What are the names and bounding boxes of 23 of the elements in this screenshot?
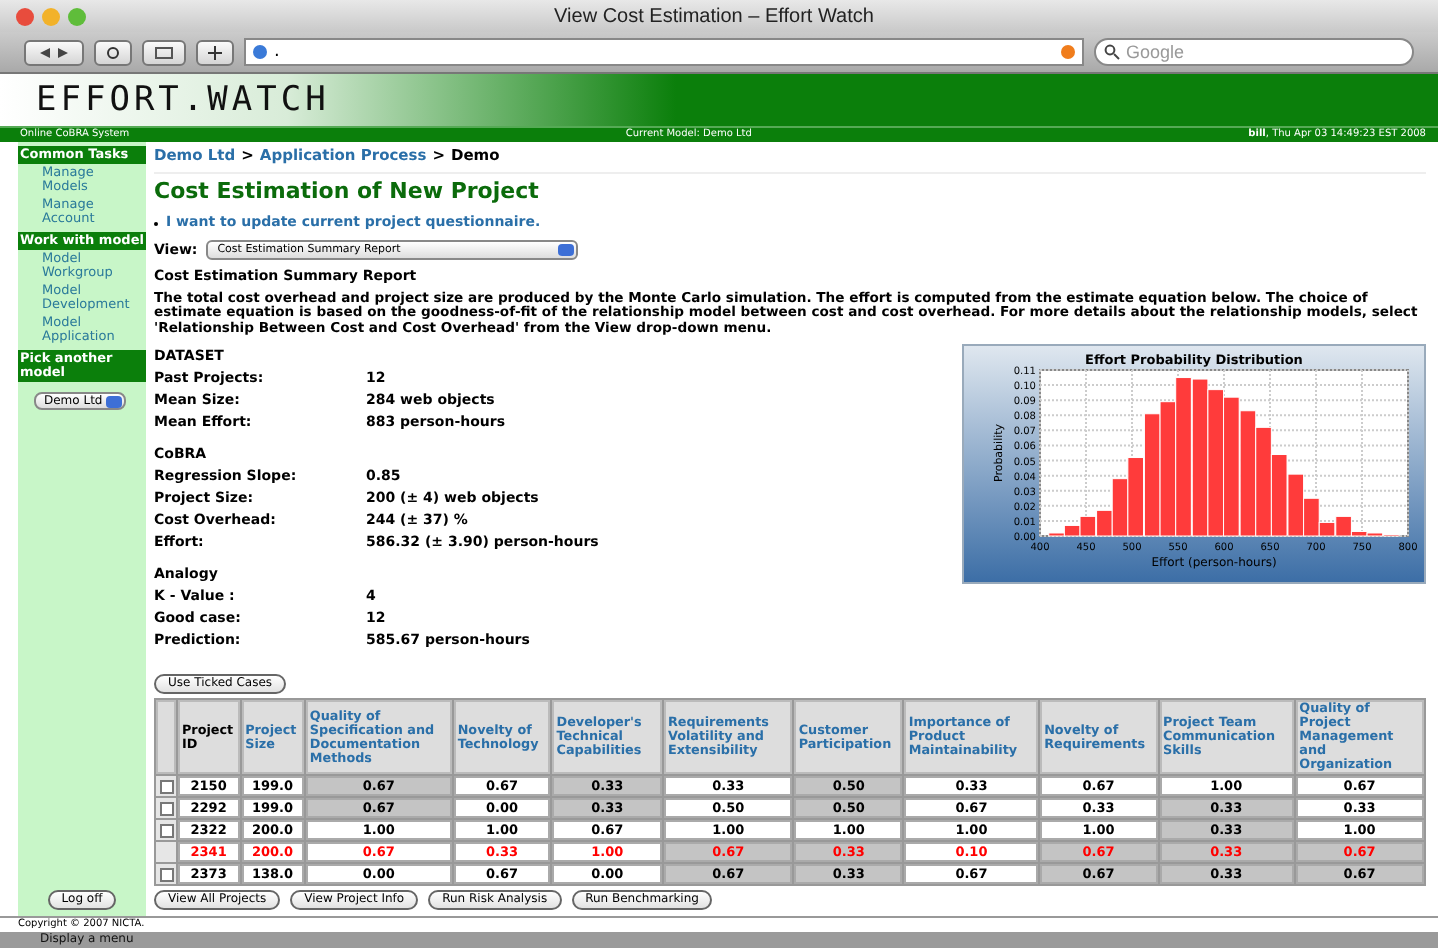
row-checkbox[interactable] [159,867,173,882]
reload-button[interactable] [94,39,132,65]
page-title: Cost Estimation of New Project [154,172,1426,204]
plus-icon [208,45,222,59]
histogram-bar [1255,427,1272,537]
screen-icon [154,45,174,59]
histogram-bar [1270,454,1288,537]
back-button[interactable] [24,39,84,65]
logo: EFFORT.WATCH [36,80,330,120]
histogram-bar [1239,410,1257,537]
row-checkbox[interactable] [159,801,173,816]
address-field[interactable]: . [244,38,1084,66]
back-forward-icon [36,45,72,59]
window-title: View Cost Estimation – Effort Watch [554,5,874,27]
row-checkbox[interactable] [159,779,173,794]
search-icon [1104,44,1120,60]
histogram-bar [1223,397,1240,537]
search-field[interactable]: Google [1094,38,1414,66]
close-icon[interactable] [16,7,34,25]
histogram-bar [1159,401,1177,537]
bookmark-button[interactable] [142,39,186,65]
row-checkbox[interactable] [159,823,173,838]
add-button[interactable] [196,39,234,65]
